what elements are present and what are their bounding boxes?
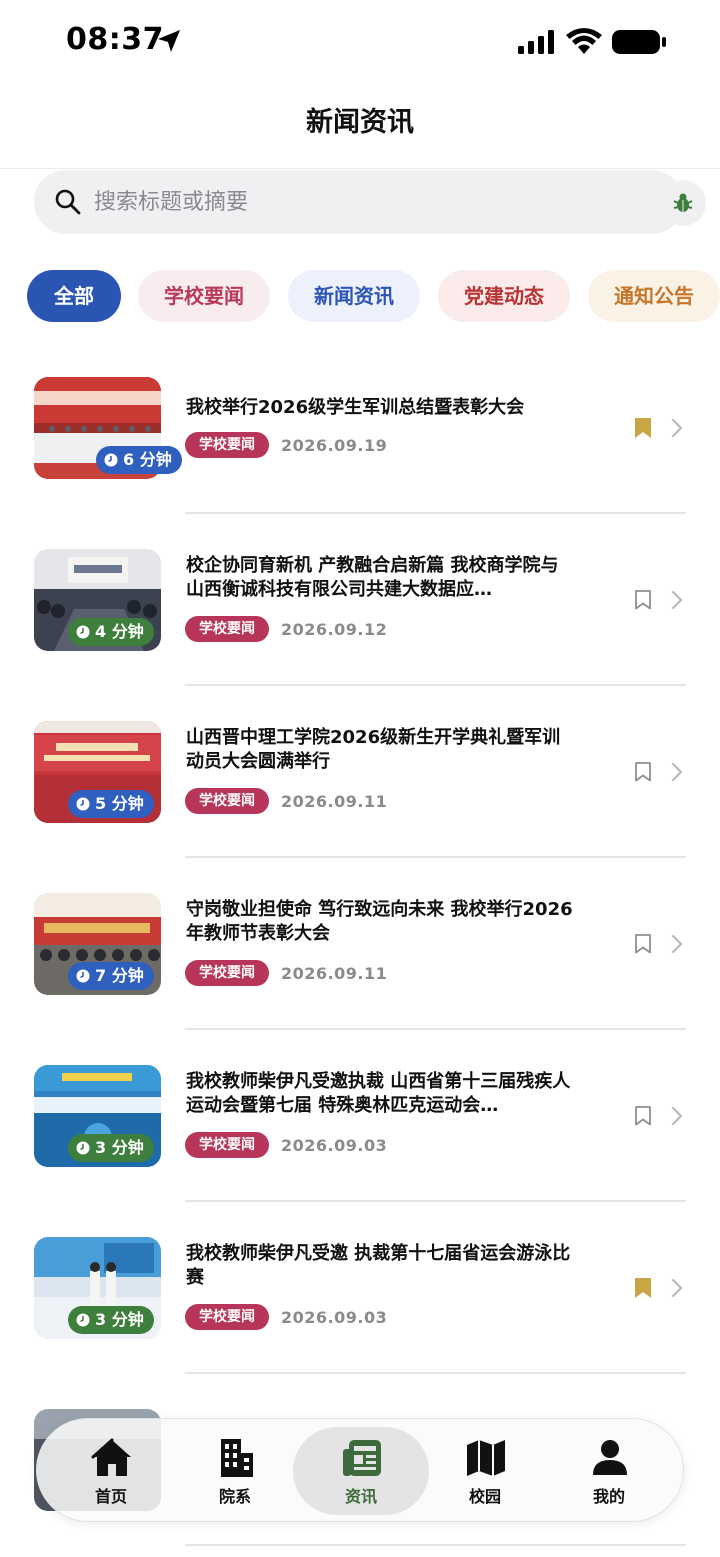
news-date: 2026.09.11 — [281, 963, 388, 983]
map-icon — [467, 1440, 505, 1476]
news-date: 2026.09.12 — [281, 619, 388, 639]
nav-item-campus[interactable]: 校园 — [425, 1419, 545, 1523]
news-meta: 学校要闻 2026.09.19 — [185, 432, 387, 460]
category-badge: 学校要闻 — [185, 1132, 269, 1158]
read-time: 7 分钟 — [95, 966, 144, 985]
nav-item-departments[interactable]: 院系 — [175, 1419, 295, 1523]
read-time: 5 分钟 — [95, 794, 144, 813]
clock-icon — [76, 797, 90, 811]
chevron-right-icon — [671, 590, 683, 610]
clock-icon — [104, 453, 118, 467]
location-arrow-icon — [158, 30, 180, 52]
home-icon — [91, 1438, 131, 1476]
news-date: 2026.09.03 — [281, 1307, 388, 1327]
bug-icon — [673, 193, 693, 212]
read-time-badge: 4 分钟 — [68, 618, 154, 646]
read-time: 3 分钟 — [95, 1310, 144, 1329]
news-title[interactable]: 我校教师柴伊凡受邀执裁 山西省第十三届残疾人运动会暨第七届 特殊奥林匹克运动会… — [186, 1070, 576, 1118]
news-icon — [343, 1440, 381, 1476]
news-meta: 学校要闻 2026.09.11 — [185, 960, 387, 988]
nav-label: 院系 — [218, 1487, 251, 1506]
news-title[interactable]: 我校举行2026级学生军训总结暨表彰大会 — [186, 396, 576, 420]
cellular-signal-icon — [518, 30, 554, 54]
header-divider — [0, 168, 720, 169]
building-icon — [221, 1439, 253, 1477]
category-badge: 学校要闻 — [185, 432, 269, 458]
category-tabs: 全部 学校要闻 新闻资讯 党建动态 通知公告 — [0, 270, 720, 324]
list-item[interactable]: 4 分钟 校企协同育新机 产教融合启新篇 我校商学院与山西衡诚科技有限公司共建大… — [0, 514, 720, 686]
debug-button[interactable] — [660, 180, 706, 226]
list-item[interactable]: 7 分钟 守岗敬业担使命 笃行致远向未来 我校举行2026年教师节表彰大会 学校… — [0, 858, 720, 1030]
chevron-right-icon — [671, 762, 683, 782]
nav-label: 首页 — [94, 1487, 127, 1506]
read-time-badge: 3 分钟 — [68, 1306, 154, 1334]
news-date: 2026.09.03 — [281, 1135, 388, 1155]
person-icon — [593, 1440, 627, 1475]
status-bar: 08:37 — [0, 0, 720, 86]
chevron-right-icon — [671, 1278, 683, 1298]
read-time-badge: 6 分钟 — [96, 446, 182, 474]
clock-icon — [76, 969, 90, 983]
list-item[interactable]: 3 分钟 我校教师柴伊凡受邀 执裁第十七届省运会游泳比赛 学校要闻 2026.09… — [0, 1202, 720, 1374]
news-date: 2026.09.11 — [281, 791, 388, 811]
nav-item-home[interactable]: 首页 — [51, 1419, 171, 1523]
tab-school-news[interactable]: 学校要闻 — [138, 270, 270, 322]
read-time: 3 分钟 — [95, 1138, 144, 1157]
bookmark-filled-icon[interactable] — [634, 1277, 652, 1299]
search-bar[interactable] — [34, 170, 684, 234]
news-title[interactable]: 守岗敬业担使命 笃行致远向未来 我校举行2026年教师节表彰大会 — [186, 898, 576, 946]
news-meta: 学校要闻 2026.09.11 — [185, 788, 387, 816]
tab-all[interactable]: 全部 — [27, 270, 121, 322]
news-title[interactable]: 我校教师柴伊凡受邀 执裁第十七届省运会游泳比赛 — [186, 1242, 576, 1290]
tab-news[interactable]: 新闻资讯 — [288, 270, 420, 322]
item-divider — [185, 1544, 686, 1546]
nav-item-news[interactable]: 资讯 — [301, 1419, 421, 1523]
news-meta: 学校要闻 2026.09.03 — [185, 1132, 387, 1160]
nav-label: 资讯 — [344, 1487, 377, 1506]
clock-icon — [76, 1313, 90, 1327]
category-badge: 学校要闻 — [185, 1304, 269, 1330]
chevron-right-icon — [671, 934, 683, 954]
read-time-badge: 5 分钟 — [68, 790, 154, 818]
bookmark-outline-icon[interactable] — [634, 933, 652, 955]
news-title[interactable]: 校企协同育新机 产教融合启新篇 我校商学院与山西衡诚科技有限公司共建大数据应… — [186, 554, 576, 602]
list-item[interactable]: 6 分钟 我校举行2026级学生军训总结暨表彰大会 学校要闻 2026.09.19 — [0, 342, 720, 514]
read-time: 6 分钟 — [123, 450, 172, 469]
nav-label: 我的 — [592, 1487, 625, 1506]
bottom-tab-bar: 首页 院系 资讯 校园 我的 — [36, 1418, 684, 1522]
clock-icon — [76, 1141, 90, 1155]
list-item[interactable]: 5 分钟 山西晋中理工学院2026级新生开学典礼暨军训动员大会圆满举行 学校要闻… — [0, 686, 720, 858]
category-badge: 学校要闻 — [185, 960, 269, 986]
status-time: 08:37 — [66, 22, 164, 57]
search-icon — [55, 189, 81, 215]
bookmark-outline-icon[interactable] — [634, 1105, 652, 1127]
search-input[interactable] — [94, 182, 654, 222]
news-date: 2026.09.19 — [281, 435, 388, 455]
tab-notices[interactable]: 通知公告 — [588, 270, 720, 322]
read-time: 4 分钟 — [95, 622, 144, 641]
bookmark-outline-icon[interactable] — [634, 589, 652, 611]
read-time-badge: 7 分钟 — [68, 962, 154, 990]
category-badge: 学校要闻 — [185, 788, 269, 814]
bookmark-outline-icon[interactable] — [634, 761, 652, 783]
chevron-right-icon — [671, 1106, 683, 1126]
list-item[interactable]: 3 分钟 我校教师柴伊凡受邀执裁 山西省第十三届残疾人运动会暨第七届 特殊奥林匹… — [0, 1030, 720, 1202]
page-title: 新闻资讯 — [306, 107, 414, 138]
nav-item-profile[interactable]: 我的 — [549, 1419, 669, 1523]
read-time-badge: 3 分钟 — [68, 1134, 154, 1162]
bookmark-filled-icon[interactable] — [634, 417, 652, 439]
news-meta: 学校要闻 2026.09.03 — [185, 1304, 387, 1332]
category-badge: 学校要闻 — [185, 616, 269, 642]
news-title[interactable]: 山西晋中理工学院2026级新生开学典礼暨军训动员大会圆满举行 — [186, 726, 576, 774]
nav-label: 校园 — [468, 1487, 501, 1506]
chevron-right-icon — [671, 418, 683, 438]
wifi-icon — [566, 28, 602, 54]
tab-party-building[interactable]: 党建动态 — [438, 270, 570, 322]
battery-icon — [612, 30, 666, 54]
news-meta: 学校要闻 2026.09.12 — [185, 616, 387, 644]
clock-icon — [76, 625, 90, 639]
